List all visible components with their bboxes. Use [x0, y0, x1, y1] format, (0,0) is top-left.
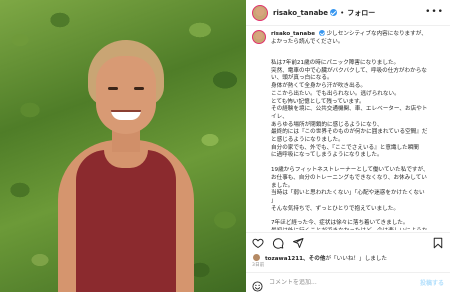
caption-line: その経験を境に、公共交通機関、車、エレベーター、お店やト: [271, 106, 428, 113]
header-avatar[interactable]: [252, 4, 268, 21]
caption-head: risako_tanabe 少しセンシティブな内容になりますが、 よかったら読ん…: [252, 30, 446, 46]
caption-line: 最終的には『この世界そのものが何かに囲まれている空間』だ: [271, 129, 428, 136]
verified-badge-icon: [330, 9, 338, 16]
caption-line: 」: [271, 197, 277, 204]
caption-line: 身体が熱くて全身から汗が吹き出る。: [271, 83, 366, 90]
post-side-panel: risako_tanabe • フォロー ••• risako_tanabe 少…: [246, 0, 450, 292]
caption-username[interactable]: risako_tanabe: [271, 31, 315, 37]
caption-line: 私は7年前21歳の時にパニック障害になりました。: [271, 60, 400, 66]
caption: risako_tanabe 少しセンシティブな内容になりますが、 よかったら読ん…: [252, 30, 446, 230]
heart-icon[interactable]: [252, 237, 264, 249]
caption-line: 当時は「弱いと思われたくない」「心配や迷惑をかけたくない: [271, 190, 425, 197]
caption-first-line: 少しセンシティブな内容になりますが、: [326, 31, 427, 37]
photo-eye-right: [134, 87, 144, 90]
photo-face: [96, 56, 156, 134]
likes-suffix: が「いいね！」しました: [325, 255, 387, 262]
caption-avatar[interactable]: [252, 30, 266, 44]
caption-line: お仕事も、自分のトレーニングもできなくなり、お休みしてい: [271, 174, 427, 181]
photo-eye-left: [108, 87, 118, 90]
caption-line: い、頭が真っ白になる。: [271, 75, 333, 82]
caption-line: と感じるようになりました。: [271, 137, 344, 144]
caption-line: そんな気持ちで、ずっとひとりで抱えていました。: [271, 205, 399, 212]
caption-line: 19歳からフィットネストレーナーとして働いていた私ですが、: [271, 167, 429, 174]
caption-body: 私は7年前21歳の時にパニック障害になりました。 突然、電車の中で心臓がバクバクし…: [271, 53, 446, 230]
comment-input[interactable]: [269, 279, 420, 286]
caption-line: イレ、: [271, 113, 288, 120]
bookmark-icon[interactable]: [432, 237, 444, 249]
action-bar: [246, 232, 450, 252]
caption-verified-badge-icon: [318, 30, 325, 36]
more-dots-icon[interactable]: •••: [425, 7, 444, 17]
photo-red-top: [76, 150, 176, 292]
post-header: risako_tanabe • フォロー •••: [246, 0, 450, 26]
caption-line: に過呼吸になってしまうようになりました。: [271, 152, 383, 159]
header-username[interactable]: risako_tanabe: [273, 9, 328, 17]
caption-first-lines: risako_tanabe 少しセンシティブな内容になりますが、 よかったら読ん…: [271, 30, 427, 46]
liker-avatar[interactable]: [252, 253, 261, 262]
post-photo[interactable]: [0, 0, 246, 292]
header-separator: •: [340, 8, 345, 17]
post-time[interactable]: 3日前: [252, 262, 264, 268]
caption-line: 7年ほど経った今、症状は徐々に落ち着いてきました。: [271, 220, 409, 227]
caption-second-line: よかったら読んでください。: [271, 39, 344, 45]
likes-others-link[interactable]: その他: [309, 254, 326, 262]
caption-line: ここから出たい。でも出られない。逃げられない。: [271, 90, 400, 97]
caption-line: 最初は外に行くことができなかったけど、今は楽しいにような: [271, 228, 446, 230]
liker-name[interactable]: tozawa1211、: [265, 254, 309, 262]
comment-icon[interactable]: [272, 237, 284, 249]
smiley-icon[interactable]: [252, 277, 263, 292]
likes-line: tozawa1211、 その他 が「いいね！」しました: [252, 253, 387, 262]
comment-bar: 投稿する: [246, 272, 450, 292]
follow-button[interactable]: フォロー: [347, 8, 375, 18]
post-comment-button[interactable]: 投稿する: [420, 278, 444, 287]
share-icon[interactable]: [292, 237, 304, 249]
